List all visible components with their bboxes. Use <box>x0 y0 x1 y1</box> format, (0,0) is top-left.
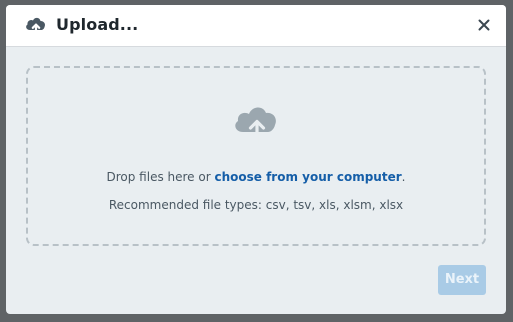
dialog-header: Upload... <box>6 5 506 47</box>
next-button[interactable]: Next <box>438 265 486 295</box>
upload-dialog: Upload... Drop files here or choose from… <box>6 5 506 314</box>
cloud-upload-icon <box>26 17 46 36</box>
close-icon[interactable] <box>476 17 492 33</box>
dialog-title: Upload... <box>56 15 139 34</box>
recommended-file-types: Recommended file types: csv, tsv, xls, x… <box>108 198 404 212</box>
drop-instructions: Drop files here or choose from your comp… <box>28 170 484 184</box>
cloud-upload-icon <box>235 107 276 146</box>
drop-prompt-text: Drop files here or <box>106 170 215 184</box>
file-dropzone[interactable]: Drop files here or choose from your comp… <box>26 66 486 246</box>
drop-prompt-suffix: . <box>401 170 406 184</box>
choose-from-computer-link[interactable]: choose from your computer <box>214 170 401 184</box>
